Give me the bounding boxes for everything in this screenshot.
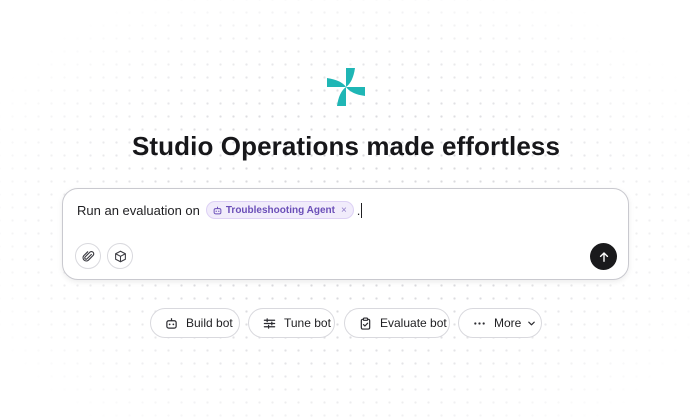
prompt-trailing-text: . bbox=[356, 202, 361, 218]
paperclip-icon bbox=[82, 250, 95, 263]
tune-bot-button[interactable]: Tune bot bbox=[248, 308, 335, 338]
text-cursor bbox=[361, 202, 363, 218]
ellipsis-icon bbox=[473, 317, 486, 330]
quick-actions: Build bot Tune bot Evaluate bot More bbox=[0, 308, 692, 338]
pinwheel-logo-icon bbox=[326, 67, 366, 107]
chevron-down-icon bbox=[527, 319, 536, 328]
attach-button[interactable] bbox=[75, 243, 101, 269]
clipboard-icon bbox=[359, 317, 372, 330]
bot-icon bbox=[165, 317, 178, 330]
agent-mention-chip[interactable]: Troubleshooting Agent × bbox=[205, 201, 354, 219]
agent-mention-label: Troubleshooting Agent bbox=[225, 204, 335, 216]
send-button[interactable] bbox=[590, 243, 617, 270]
more-button[interactable]: More bbox=[458, 308, 542, 338]
page-title: Studio Operations made effortless bbox=[131, 131, 561, 161]
build-bot-label: Build bot bbox=[186, 316, 233, 330]
sliders-icon bbox=[263, 317, 276, 330]
prompt-input[interactable]: Run an evaluation on Troubleshooting Age… bbox=[77, 201, 363, 219]
prompt-composer[interactable]: Run an evaluation on Troubleshooting Age… bbox=[62, 188, 629, 280]
bot-icon bbox=[213, 206, 222, 215]
evaluate-bot-button[interactable]: Evaluate bot bbox=[344, 308, 450, 338]
build-bot-button[interactable]: Build bot bbox=[150, 308, 240, 338]
evaluate-bot-label: Evaluate bot bbox=[380, 316, 447, 330]
prompt-text: Run an evaluation on bbox=[77, 202, 200, 218]
more-label: More bbox=[494, 316, 522, 330]
object-picker-button[interactable] bbox=[107, 243, 133, 269]
arrow-up-icon bbox=[598, 251, 610, 263]
tune-bot-label: Tune bot bbox=[284, 316, 331, 330]
close-icon[interactable]: × bbox=[341, 205, 347, 216]
cube-icon bbox=[114, 250, 127, 263]
